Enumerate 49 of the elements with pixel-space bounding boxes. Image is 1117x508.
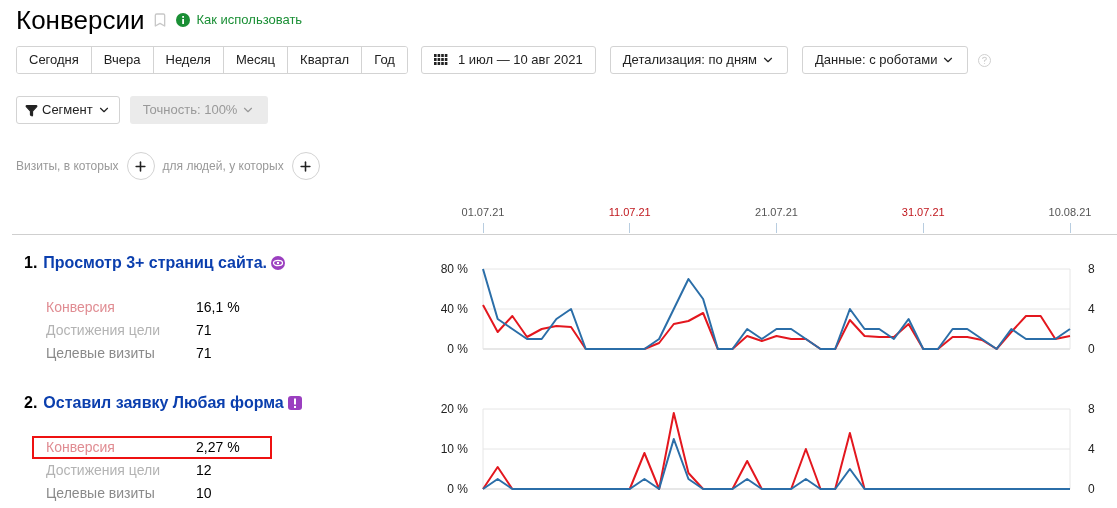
goal-number: 2.: [24, 393, 38, 413]
y-axis-label: 80 %: [440, 262, 468, 276]
info-icon: [176, 13, 191, 27]
exclamation-icon: [287, 396, 302, 410]
y-axis-label: 4: [1088, 442, 1095, 456]
goal-title[interactable]: Просмотр 3+ страниц сайта.: [43, 251, 267, 275]
dropdown-button[interactable]: Детализация: по дням: [609, 46, 789, 74]
y-axis-label: 40 %: [440, 302, 468, 316]
date-range-button[interactable]: 1 июл — 10 авг 2021: [420, 46, 596, 74]
help-link[interactable]: Как использовать: [196, 10, 303, 30]
y-axis-label: 8: [1088, 262, 1095, 276]
y-axis-label: 4: [1088, 302, 1095, 316]
goal-number: 1.: [24, 253, 38, 273]
y-axis-label: 0: [1088, 342, 1095, 356]
metric-label: Целевые визиты: [46, 344, 156, 363]
metric-value: 16,1 %: [196, 298, 240, 317]
date-label: 01.07.21: [461, 205, 505, 220]
y-axis-label: 0: [1088, 482, 1095, 496]
metric-label: Целевые визиты: [46, 484, 156, 503]
filter-label: Визиты, в которых: [16, 158, 119, 175]
metric-value: 71: [196, 344, 212, 363]
filter-label: для людей, у которых: [162, 158, 284, 175]
metric-value: 12: [196, 461, 212, 480]
metric-label: Достижения цели: [46, 321, 161, 340]
plus-icon: [298, 158, 314, 174]
y-axis-label: 0 %: [447, 482, 468, 496]
y-axis-label: 10 %: [440, 442, 468, 456]
page-title: Конверсии: [16, 3, 145, 37]
date-label: 11.07.21: [608, 205, 651, 220]
y-axis-label: 8: [1088, 402, 1095, 416]
date-label: 31.07.21: [901, 205, 945, 220]
y-axis-label: 0 %: [447, 342, 468, 356]
period-tab[interactable]: Год: [361, 47, 407, 73]
dropdown-button[interactable]: Данные: с роботами: [802, 46, 969, 74]
metric-label: Конверсия: [46, 438, 116, 457]
filter-icon: [25, 103, 38, 117]
date-label: 10.08.21: [1048, 205, 1092, 220]
date-label: 21.07.21: [755, 205, 798, 220]
calendar-icon: [433, 54, 448, 66]
metric-value: 71: [196, 321, 212, 340]
metric-value: 2,27 %: [196, 438, 240, 457]
plus-icon: [133, 158, 149, 174]
goal-title[interactable]: Оставил заявку Любая форма: [43, 391, 284, 415]
eye-icon: [271, 256, 285, 270]
metric-value: 10: [196, 484, 212, 503]
y-axis-label: 20 %: [440, 402, 468, 416]
metric-label: Конверсия: [46, 298, 116, 317]
segment-button[interactable]: Сегмент: [16, 96, 120, 124]
metric-label: Достижения цели: [46, 461, 161, 480]
